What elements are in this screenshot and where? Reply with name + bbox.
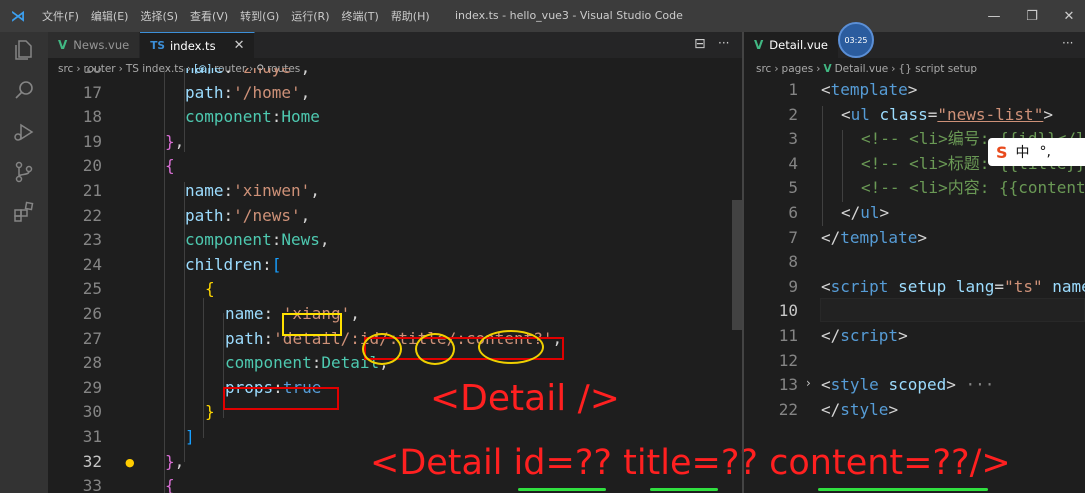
line-number: 16 — [62, 68, 102, 81]
ime-punctuation[interactable]: °, — [1040, 144, 1051, 160]
ime-toolbar[interactable]: S 中 °, — [988, 138, 1085, 166]
annotation-circle-id — [362, 333, 402, 365]
line-number: 1 — [788, 80, 798, 99]
vue-file-icon: V — [754, 38, 764, 52]
minimize-button[interactable]: — — [975, 0, 1013, 32]
line-number: 22 — [778, 399, 798, 419]
line-number: 32 — [82, 451, 102, 471]
line-number: 18 — [82, 107, 102, 127]
left-tab-bar: V News.vue TS index.ts ✕ — [48, 32, 742, 58]
close-window-button[interactable]: ✕ — [1050, 0, 1085, 32]
right-tab-bar: V Detail.vue — [744, 32, 1085, 58]
close-tab-icon[interactable]: ✕ — [234, 38, 245, 53]
annotation-box-name — [282, 313, 342, 336]
menu-selection[interactable]: 选择(S) — [134, 8, 184, 24]
recording-timer: 03:25 — [838, 22, 874, 58]
line-number: 7 — [788, 227, 798, 247]
line-number: 20 — [82, 156, 102, 176]
line-number: 28 — [82, 353, 102, 373]
line-number: 17 — [82, 82, 102, 102]
breadcrumb: src › pages › V Detail.vue › {} script setup — [756, 63, 978, 75]
line-number: 31 — [82, 427, 102, 446]
menu-file[interactable]: 文件(F) — [36, 8, 85, 24]
line-number: 3 — [788, 129, 798, 149]
annotation-detail-tag: <Detail /> — [430, 378, 620, 419]
tab-label: index.ts — [169, 38, 216, 53]
annotation-circle-content — [478, 330, 544, 364]
line-number: 8 — [788, 252, 798, 272]
more-actions-icon[interactable]: ··· — [718, 36, 729, 50]
line-number: 19 — [82, 131, 102, 151]
lightbulb-icon[interactable]: ● — [125, 456, 135, 469]
line-number: 22 — [82, 205, 102, 225]
vue-file-icon: V — [823, 63, 832, 75]
vue-file-icon: V — [58, 38, 68, 52]
line-number: 4 — [788, 153, 798, 173]
menu-view[interactable]: 查看(V) — [184, 8, 234, 24]
extensions-icon[interactable] — [12, 200, 36, 224]
ts-file-icon: TS — [150, 39, 165, 52]
run-debug-icon[interactable] — [12, 120, 36, 144]
annotation-box-props — [223, 387, 339, 410]
tab-news-vue[interactable]: V News.vue — [48, 32, 141, 58]
line-number: 11 — [778, 326, 798, 345]
line-number: 6 — [788, 203, 798, 222]
line-number: 21 — [82, 181, 102, 200]
title-bar: ⋊ 文件(F) 编辑(E) 选择(S) 查看(V) 转到(G) 运行(R) 终端… — [0, 0, 1085, 32]
annotation-underline-title — [650, 488, 718, 491]
line-number: 13 — [778, 375, 798, 395]
more-actions-icon[interactable]: ··· — [1062, 36, 1073, 50]
menu-go[interactable]: 转到(G) — [234, 8, 285, 24]
sogou-logo-icon: S — [996, 142, 1008, 162]
vscode-logo-icon: ⋊ — [10, 7, 26, 25]
line-number: 24 — [82, 254, 102, 274]
line-number: 25 — [82, 279, 102, 299]
tab-label: News.vue — [73, 38, 130, 52]
line-number: 27 — [82, 328, 102, 348]
source-control-icon[interactable] — [12, 160, 36, 184]
line-number: 29 — [82, 377, 102, 397]
tab-detail-vue[interactable]: V Detail.vue — [744, 32, 839, 58]
ime-language[interactable]: 中 — [1016, 142, 1030, 162]
line-number: 26 — [82, 304, 102, 323]
left-code-editor[interactable]: 161718192021222324252627282930313233 nam… — [48, 68, 732, 493]
line-number: 10 — [778, 301, 798, 321]
breadcrumb-item[interactable]: pages — [782, 63, 814, 75]
line-number: 12 — [778, 350, 798, 370]
annotation-underline-id — [518, 488, 606, 491]
line-number: 5 — [788, 178, 798, 198]
line-number: 30 — [82, 402, 102, 422]
breadcrumb-item[interactable]: {} script setup — [898, 63, 977, 75]
search-icon[interactable] — [12, 78, 36, 102]
menu-terminal[interactable]: 终端(T) — [336, 8, 385, 24]
explorer-icon[interactable] — [12, 38, 36, 62]
current-line-highlight — [820, 298, 1085, 322]
window-title: index.ts - hello_vue3 - Visual Studio Co… — [455, 9, 683, 22]
tab-index-ts[interactable]: TS index.ts ✕ — [140, 32, 256, 58]
menu-help[interactable]: 帮助(H) — [385, 8, 436, 24]
activity-bar — [0, 32, 48, 493]
restore-button[interactable]: ❐ — [1013, 0, 1051, 32]
menu-run[interactable]: 运行(R) — [285, 8, 335, 24]
breadcrumb-item[interactable]: Detail.vue — [835, 63, 889, 75]
line-number: 23 — [82, 230, 102, 250]
line-number: 9 — [788, 276, 798, 296]
menu-edit[interactable]: 编辑(E) — [85, 8, 135, 24]
line-number: 33 — [82, 476, 102, 493]
breadcrumb-item[interactable]: src — [756, 63, 771, 75]
scrollbar-thumb[interactable] — [732, 200, 742, 330]
fold-chevron-icon[interactable]: › — [806, 376, 811, 390]
split-editor-icon[interactable]: ⊟ — [694, 36, 706, 52]
annotation-circle-title — [415, 333, 455, 365]
line-number: 2 — [788, 104, 798, 124]
tab-label: Detail.vue — [769, 38, 828, 52]
